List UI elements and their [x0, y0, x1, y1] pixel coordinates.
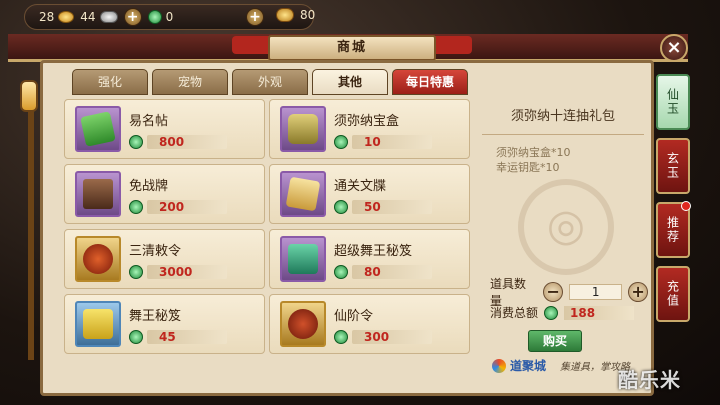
silver-resource: 44 [80, 10, 118, 24]
item-name: 仙阶令 [334, 309, 374, 324]
price-row: 50 [334, 200, 469, 214]
ingot-amount: 80 [300, 8, 316, 22]
item-price: 80 [352, 265, 432, 279]
jade-amount: 0 [165, 10, 174, 24]
currency-side-tabs: 仙玉 玄玉 推荐 充值 [656, 74, 691, 322]
price-row: 200 [129, 200, 264, 214]
gold-resource: 28 [39, 10, 75, 24]
ingot-resource: 80 [276, 8, 315, 22]
lantern-icon [20, 80, 38, 112]
item-name: 易名帖 [129, 114, 169, 129]
price-row: 45 [129, 330, 264, 344]
item-price: 3000 [147, 265, 227, 279]
jade-icon [129, 330, 143, 344]
total-cost-row: 消费总额 188 [490, 304, 635, 321]
item-name: 须弥纳宝盒 [334, 114, 400, 129]
brand-name[interactable]: 道聚城 [510, 357, 546, 374]
page-title: 商城 [268, 35, 436, 61]
add-silver-button[interactable]: + [123, 8, 142, 26]
jade-icon [334, 265, 348, 279]
pouch-icon [280, 301, 326, 347]
price-row: 800 [129, 135, 264, 149]
side-tab-recharge[interactable]: 充值 [656, 266, 690, 322]
jade-icon [129, 200, 143, 214]
item-price: 200 [147, 200, 227, 214]
jade-icon [147, 10, 162, 24]
scroll-icon [75, 106, 121, 152]
item-price: 800 [147, 135, 227, 149]
gold-ingot-icon [276, 8, 294, 22]
item-name: 超级舞王秘笈 [334, 244, 413, 259]
seal-watermark-icon: ◎ [518, 179, 614, 275]
brand-logo-icon [492, 358, 506, 373]
item-price: 45 [147, 330, 227, 344]
lantern-pole [28, 110, 34, 360]
close-button[interactable]: × [660, 34, 688, 62]
item-grid: 易名帖 800 须弥纳宝盒 10 免战牌 200 通关文牒 50 三清敕令 30… [64, 99, 470, 354]
jade-icon [129, 265, 143, 279]
book-icon [280, 236, 326, 282]
item-detail-panel: 须弥纳十连抽礼包 须弥纳宝盒*10 幸运钥匙*10 ◎ 道具数量 − 1 + 消… [478, 99, 648, 391]
gold-amount: 28 [39, 10, 55, 24]
add-jade-button[interactable]: + [246, 8, 264, 26]
item-price: 10 [352, 135, 432, 149]
item-name: 三清敕令 [129, 244, 182, 259]
silver-amount: 44 [80, 10, 96, 24]
buy-button[interactable]: 购买 [528, 330, 582, 352]
item-card[interactable]: 舞王秘笈 45 [64, 294, 265, 354]
book-icon [75, 301, 121, 347]
silver-ingot-icon [99, 11, 118, 23]
pack-title: 须弥纳十连抽礼包 [510, 109, 615, 124]
tab-appearance[interactable]: 外观 [232, 69, 308, 95]
jade-icon [544, 305, 559, 320]
item-card[interactable]: 易名帖 800 [64, 99, 265, 159]
increase-quantity-button[interactable]: + [628, 282, 648, 302]
item-name: 舞王秘笈 [129, 309, 182, 324]
item-card[interactable]: 通关文牒 50 [269, 164, 470, 224]
side-tab-xianyu[interactable]: 仙玉 [656, 74, 690, 130]
jade-icon [334, 200, 348, 214]
quantity-input[interactable]: 1 [569, 284, 623, 300]
tab-pet[interactable]: 宠物 [152, 69, 228, 95]
item-card[interactable]: 仙阶令 300 [269, 294, 470, 354]
tab-enhance[interactable]: 强化 [72, 69, 148, 95]
price-row: 300 [334, 330, 469, 344]
watermark: 酷乐米 [618, 368, 681, 392]
tab-other[interactable]: 其他 [312, 69, 388, 95]
price-row: 3000 [129, 265, 264, 279]
decrease-quantity-button[interactable]: − [543, 282, 564, 302]
price-row: 80 [334, 265, 469, 279]
treasure-box-icon [280, 106, 326, 152]
resource-bar: 28 44 + 0 [24, 4, 314, 30]
brand-row: 道聚城 集道具，掌攻略 [492, 357, 630, 374]
pack-content-line: 幸运钥匙*10 [496, 161, 560, 174]
price-row: 10 [334, 135, 469, 149]
item-card[interactable]: 免战牌 200 [64, 164, 265, 224]
document-icon [280, 171, 326, 217]
item-card[interactable]: 须弥纳宝盒 10 [269, 99, 470, 159]
seal-pouch-icon [75, 236, 121, 282]
total-value: 188 [564, 305, 635, 320]
total-label: 消费总额 [490, 306, 539, 320]
tab-daily-deal[interactable]: 每日特惠 [392, 69, 468, 95]
jade-resource: 0 [147, 10, 174, 24]
item-name: 免战牌 [129, 179, 169, 194]
gold-coin-icon [58, 11, 75, 23]
jade-icon [334, 330, 348, 344]
item-card[interactable]: 三清敕令 3000 [64, 229, 265, 289]
item-price: 50 [352, 200, 432, 214]
jade-icon [129, 135, 143, 149]
token-icon [75, 171, 121, 217]
pack-content-line: 须弥纳宝盒*10 [496, 146, 571, 159]
side-tab-label: 推荐 [665, 216, 680, 244]
side-tab-recommend[interactable]: 推荐 [656, 201, 691, 258]
item-name: 通关文牒 [334, 179, 387, 194]
side-tab-xuanyu[interactable]: 玄玉 [656, 138, 690, 194]
jade-icon [334, 135, 348, 149]
item-card[interactable]: 超级舞王秘笈 80 [269, 229, 470, 289]
category-tabs: 强化 宠物 外观 其他 每日特惠 [72, 69, 468, 95]
notification-dot-icon [681, 201, 691, 211]
item-price: 300 [352, 330, 432, 344]
divider [482, 134, 644, 135]
